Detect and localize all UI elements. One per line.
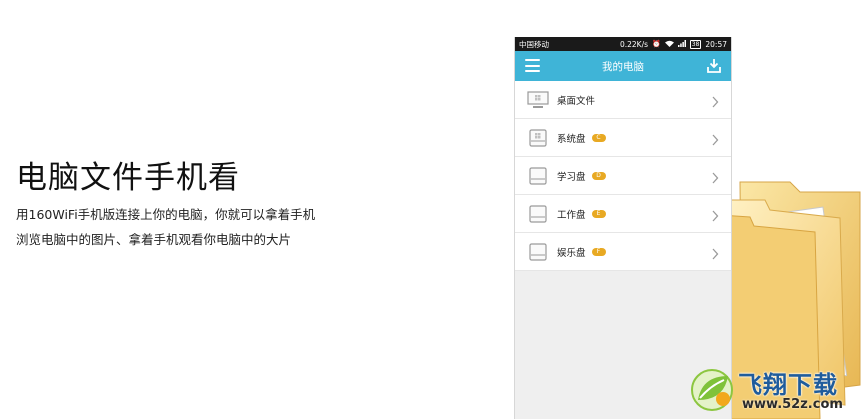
drive-label: 娱乐盘 xyxy=(557,247,586,259)
chevron-right-icon xyxy=(711,207,719,222)
app-bar: 我的电脑 xyxy=(515,51,731,81)
signal-icon xyxy=(677,39,686,49)
carrier-name: 中国移动 xyxy=(519,39,549,49)
drive-row[interactable]: 桌面文件 xyxy=(515,81,731,119)
hamburger-menu-icon[interactable] xyxy=(525,59,540,73)
drive-row[interactable]: 娱乐盘 F xyxy=(515,233,731,271)
chevron-right-icon xyxy=(711,93,719,108)
alarm-icon: ⏰ xyxy=(652,40,661,48)
drive-label: 桌面文件 xyxy=(557,95,596,107)
hard-drive-icon xyxy=(527,242,549,261)
site-watermark: 飞翔下载 www.52z.com xyxy=(690,362,865,419)
hard-drive-icon xyxy=(527,166,549,185)
app-title: 我的电脑 xyxy=(602,60,644,73)
promo-description: 用160WiFi手机版连接上你的电脑，你就可以拿着手机 浏览电脑中的图片、拿着手… xyxy=(16,202,356,252)
chevron-right-icon xyxy=(711,169,719,184)
chevron-right-icon xyxy=(711,131,719,146)
download-icon[interactable] xyxy=(706,58,722,74)
drive-letter-badge: E xyxy=(591,209,606,218)
promo-description-line-2: 浏览电脑中的图片、拿着手机观看你电脑中的大片 xyxy=(16,232,292,247)
drive-letter-badge: F xyxy=(591,247,606,256)
promo-description-line-1: 用160WiFi手机版连接上你的电脑，你就可以拿着手机 xyxy=(16,207,316,222)
drive-list: 桌面文件系统盘 C 学习盘 D 工作盘 E 娱乐盘 F xyxy=(515,81,731,271)
leaf-logo-icon xyxy=(691,369,733,411)
status-bar: 中国移动 0.22K/s ⏰ 38 20:57 xyxy=(515,37,731,51)
drive-row[interactable]: 工作盘 E xyxy=(515,195,731,233)
windows-monitor-icon xyxy=(527,90,549,109)
watermark-brand: 飞翔下载 xyxy=(738,371,838,399)
chevron-right-icon xyxy=(711,245,719,260)
drive-letter-badge: D xyxy=(591,171,606,180)
clock-time: 20:57 xyxy=(705,39,727,49)
windows-drive-icon xyxy=(527,128,549,147)
battery-level: 38 xyxy=(691,40,700,48)
network-speed: 0.22K/s xyxy=(619,39,649,49)
watermark-url: www.52z.com xyxy=(742,397,843,412)
hard-drive-icon xyxy=(527,204,549,223)
drive-letter-badge: C xyxy=(591,133,606,142)
drive-label: 学习盘 xyxy=(557,171,586,183)
battery-icon: 38 xyxy=(689,39,702,49)
drive-row[interactable]: 系统盘 C xyxy=(515,119,731,157)
drive-label: 系统盘 xyxy=(557,133,586,145)
wifi-icon xyxy=(664,40,674,49)
promo-title: 电脑文件手机看 xyxy=(16,160,240,196)
drive-row[interactable]: 学习盘 D xyxy=(515,157,731,195)
drive-label: 工作盘 xyxy=(557,209,586,221)
